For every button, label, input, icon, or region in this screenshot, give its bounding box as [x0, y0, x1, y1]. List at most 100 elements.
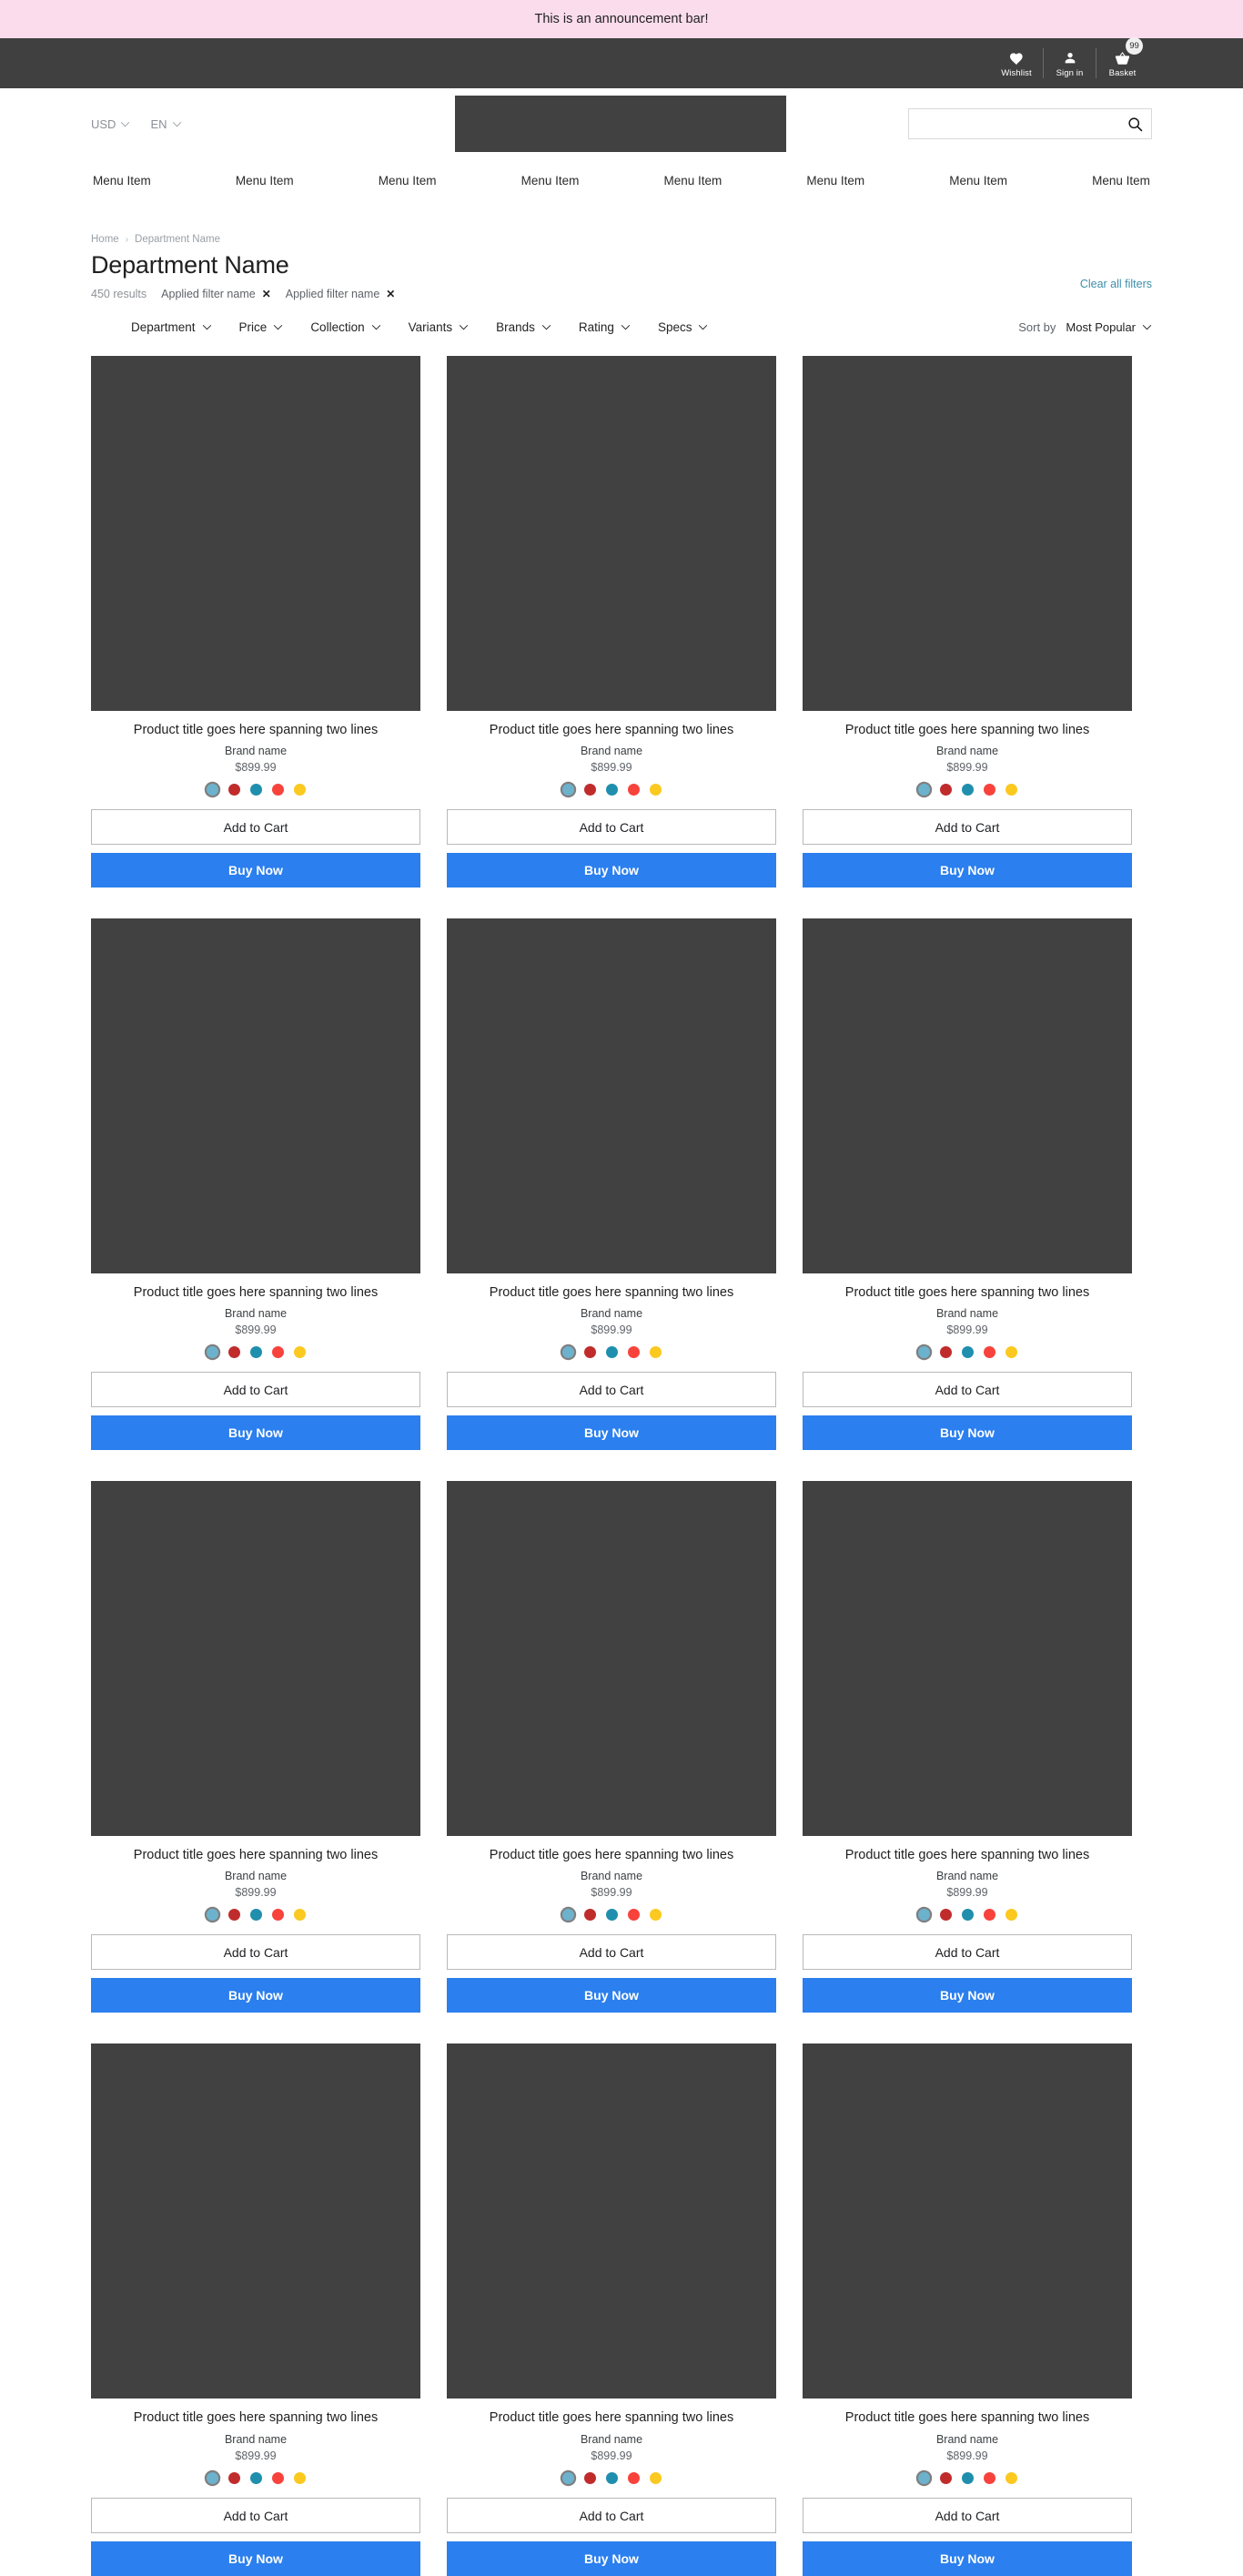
sign-in-button[interactable]: Sign in [1043, 48, 1096, 78]
buy-now-button[interactable]: Buy Now [91, 1415, 420, 1451]
product-title[interactable]: Product title goes here spanning two lin… [460, 722, 763, 739]
color-swatch-light-blue[interactable] [206, 1346, 218, 1359]
color-swatch-red[interactable] [627, 1909, 640, 1922]
clear-all-filters-link[interactable]: Clear all filters [1080, 278, 1152, 290]
filter-department[interactable]: Department [131, 320, 212, 334]
product-image[interactable] [447, 2044, 776, 2399]
filter-price[interactable]: Price [239, 320, 284, 334]
nav-item-8[interactable]: Menu Item [1090, 170, 1152, 191]
color-swatch-yellow[interactable] [293, 2471, 306, 2484]
product-image[interactable] [447, 1481, 776, 1837]
add-to-cart-button[interactable]: Add to Cart [803, 1372, 1132, 1408]
color-swatch-light-blue[interactable] [917, 1909, 930, 1922]
language-selector[interactable]: EN [150, 117, 181, 131]
color-swatch-red[interactable] [627, 2471, 640, 2484]
color-swatch-teal[interactable] [961, 784, 974, 796]
filter-specs[interactable]: Specs [658, 320, 709, 334]
product-image[interactable] [91, 356, 420, 712]
filter-brands[interactable]: Brands [496, 320, 551, 334]
color-swatch-red[interactable] [983, 784, 995, 796]
color-swatch-yellow[interactable] [1005, 1346, 1017, 1359]
search-box[interactable] [908, 108, 1152, 139]
buy-now-button[interactable]: Buy Now [803, 2541, 1132, 2576]
color-swatch-teal[interactable] [605, 784, 618, 796]
color-swatch-teal[interactable] [249, 784, 262, 796]
buy-now-button[interactable]: Buy Now [803, 1978, 1132, 2013]
color-swatch-teal[interactable] [249, 2471, 262, 2484]
buy-now-button[interactable]: Buy Now [91, 2541, 420, 2576]
color-swatch-light-blue[interactable] [561, 1346, 574, 1359]
add-to-cart-button[interactable]: Add to Cart [91, 809, 420, 846]
color-swatch-teal[interactable] [605, 2471, 618, 2484]
applied-filter-chip-1[interactable]: Applied filter name ✕ [161, 288, 271, 300]
filter-variants[interactable]: Variants [409, 320, 470, 334]
product-title[interactable]: Product title goes here spanning two lin… [104, 2409, 408, 2427]
color-swatch-dark-red[interactable] [583, 784, 596, 796]
buy-now-button[interactable]: Buy Now [447, 1978, 776, 2013]
color-swatch-light-blue[interactable] [917, 2471, 930, 2484]
add-to-cart-button[interactable]: Add to Cart [91, 2497, 420, 2533]
add-to-cart-button[interactable]: Add to Cart [447, 809, 776, 846]
color-swatch-dark-red[interactable] [227, 1346, 240, 1359]
color-swatch-red[interactable] [983, 2471, 995, 2484]
product-title[interactable]: Product title goes here spanning two lin… [460, 2409, 763, 2427]
breadcrumb-item-home[interactable]: Home [91, 234, 119, 245]
product-title[interactable]: Product title goes here spanning two lin… [460, 1284, 763, 1302]
product-image[interactable] [447, 918, 776, 1274]
color-swatch-teal[interactable] [605, 1346, 618, 1359]
sort-by-control[interactable]: Sort by Most Popular [1018, 320, 1152, 334]
color-swatch-red[interactable] [271, 2471, 284, 2484]
product-title[interactable]: Product title goes here spanning two lin… [815, 2409, 1119, 2427]
color-swatch-dark-red[interactable] [939, 1346, 952, 1359]
color-swatch-red[interactable] [983, 1346, 995, 1359]
nav-item-7[interactable]: Menu Item [947, 170, 1009, 191]
nav-item-3[interactable]: Menu Item [377, 170, 439, 191]
add-to-cart-button[interactable]: Add to Cart [447, 1372, 776, 1408]
color-swatch-red[interactable] [627, 784, 640, 796]
product-title[interactable]: Product title goes here spanning two lin… [104, 722, 408, 739]
color-swatch-light-blue[interactable] [561, 1909, 574, 1922]
breadcrumb-item-department[interactable]: Department Name [135, 234, 220, 245]
add-to-cart-button[interactable]: Add to Cart [803, 809, 1132, 846]
buy-now-button[interactable]: Buy Now [447, 853, 776, 888]
color-swatch-dark-red[interactable] [583, 2471, 596, 2484]
color-swatch-dark-red[interactable] [939, 1909, 952, 1922]
color-swatch-light-blue[interactable] [206, 784, 218, 796]
add-to-cart-button[interactable]: Add to Cart [91, 1934, 420, 1971]
add-to-cart-button[interactable]: Add to Cart [803, 1934, 1132, 1971]
buy-now-button[interactable]: Buy Now [803, 1415, 1132, 1451]
color-swatch-yellow[interactable] [1005, 1909, 1017, 1922]
color-swatch-teal[interactable] [249, 1346, 262, 1359]
product-image[interactable] [803, 356, 1132, 712]
product-title[interactable]: Product title goes here spanning two lin… [815, 1284, 1119, 1302]
sort-by-value[interactable]: Most Popular [1066, 320, 1152, 334]
product-image[interactable] [91, 1481, 420, 1837]
color-swatch-yellow[interactable] [649, 1346, 662, 1359]
product-title[interactable]: Product title goes here spanning two lin… [104, 1284, 408, 1302]
color-swatch-yellow[interactable] [293, 784, 306, 796]
add-to-cart-button[interactable]: Add to Cart [803, 2497, 1132, 2533]
add-to-cart-button[interactable]: Add to Cart [91, 1372, 420, 1408]
color-swatch-light-blue[interactable] [917, 784, 930, 796]
color-swatch-light-blue[interactable] [561, 2471, 574, 2484]
buy-now-button[interactable]: Buy Now [803, 853, 1132, 888]
nav-item-2[interactable]: Menu Item [234, 170, 296, 191]
site-logo[interactable] [455, 96, 786, 152]
buy-now-button[interactable]: Buy Now [91, 853, 420, 888]
color-swatch-dark-red[interactable] [227, 784, 240, 796]
nav-item-4[interactable]: Menu Item [520, 170, 581, 191]
nav-item-6[interactable]: Menu Item [804, 170, 866, 191]
product-image[interactable] [91, 2044, 420, 2399]
product-title[interactable]: Product title goes here spanning two lin… [104, 1847, 408, 1864]
close-icon[interactable]: ✕ [386, 289, 395, 299]
color-swatch-light-blue[interactable] [917, 1346, 930, 1359]
color-swatch-light-blue[interactable] [561, 784, 574, 796]
color-swatch-yellow[interactable] [649, 2471, 662, 2484]
color-swatch-red[interactable] [983, 1909, 995, 1922]
color-swatch-yellow[interactable] [293, 1909, 306, 1922]
product-image[interactable] [447, 356, 776, 712]
close-icon[interactable]: ✕ [262, 289, 271, 299]
buy-now-button[interactable]: Buy Now [447, 1415, 776, 1451]
product-title[interactable]: Product title goes here spanning two lin… [815, 722, 1119, 739]
color-swatch-dark-red[interactable] [583, 1346, 596, 1359]
